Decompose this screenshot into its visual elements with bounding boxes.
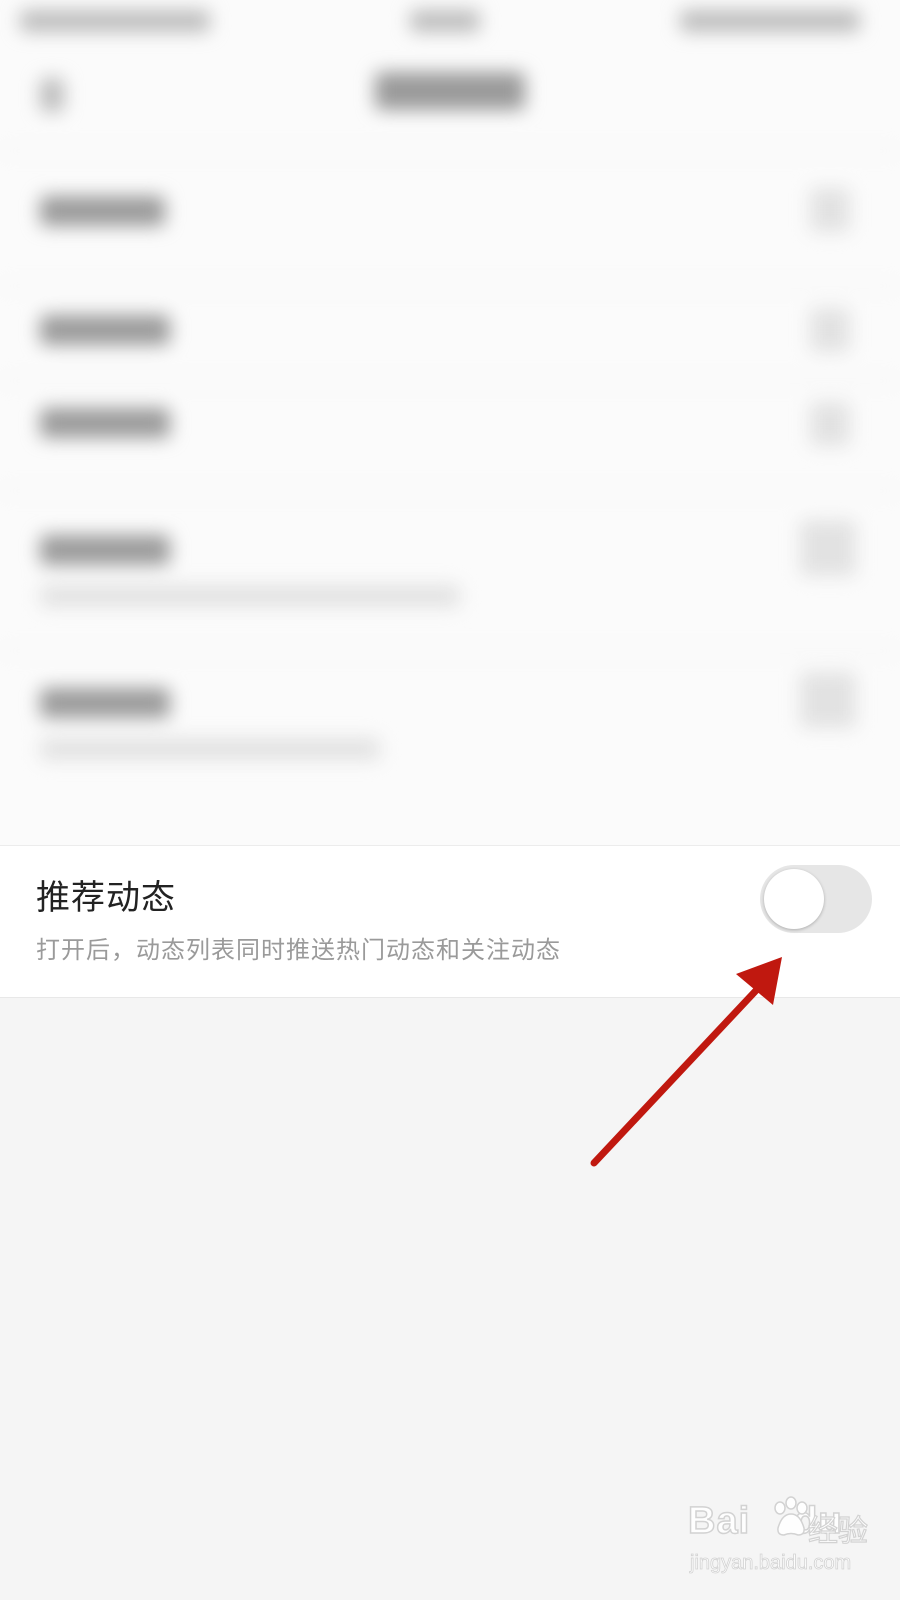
status-bar-time: [410, 10, 480, 32]
row-4-label: [40, 535, 170, 565]
row-2-label: [40, 315, 170, 345]
row-4-control: [800, 520, 856, 576]
status-bar-left: [20, 10, 210, 32]
row-4-description: [40, 585, 460, 607]
row-2-divider: [0, 380, 900, 382]
watermark-url: jingyan.baidu.com: [690, 1552, 852, 1575]
row-3-control: [810, 402, 850, 446]
toggle-knob: [764, 869, 824, 929]
recommend-dynamics-toggle[interactable]: [760, 865, 872, 933]
setting-description: 打开后，动态列表同时推送热门动态和关注动态: [36, 936, 561, 964]
row-5-label: [40, 688, 170, 718]
row-3-divider: [0, 490, 900, 492]
watermark-cn-text: 经验: [807, 1513, 868, 1549]
row-1-control: [810, 188, 850, 232]
blurred-settings-area: [0, 0, 900, 845]
back-icon: [40, 78, 64, 112]
setting-title: 推荐动态: [36, 878, 176, 918]
baidu-jingyan-watermark: Bai du 经验 jingyan.baidu.com: [687, 1496, 888, 1590]
status-bar-right: [680, 10, 860, 32]
row-3-label: [40, 408, 170, 438]
row-1-divider: [0, 285, 900, 287]
blurred-content: [0, 0, 900, 845]
row-5-control: [800, 672, 856, 728]
nav-divider: [0, 150, 900, 152]
arrow-shaft: [590, 978, 768, 1167]
row-2-control: [810, 308, 850, 352]
page-title: [375, 72, 525, 110]
row-1-label: [40, 196, 165, 226]
row-4-divider: [0, 650, 900, 652]
row-5-description: [40, 738, 380, 760]
watermark-logo-text: Bai: [687, 1499, 751, 1543]
recommend-dynamics-row: 推荐动态 打开后，动态列表同时推送热门动态和关注动态: [0, 845, 900, 998]
